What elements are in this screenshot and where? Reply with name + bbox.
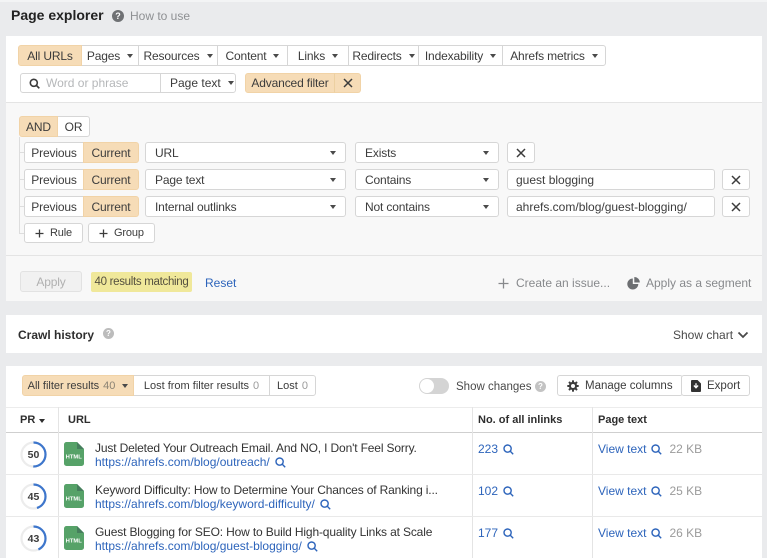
svg-text:HTML: HTML (66, 497, 83, 503)
svg-text:HTML: HTML (66, 455, 83, 461)
svg-text:45: 45 (28, 491, 40, 503)
svg-text:HTML: HTML (66, 539, 83, 545)
svg-text:43: 43 (28, 533, 40, 545)
svg-text:50: 50 (28, 449, 40, 461)
